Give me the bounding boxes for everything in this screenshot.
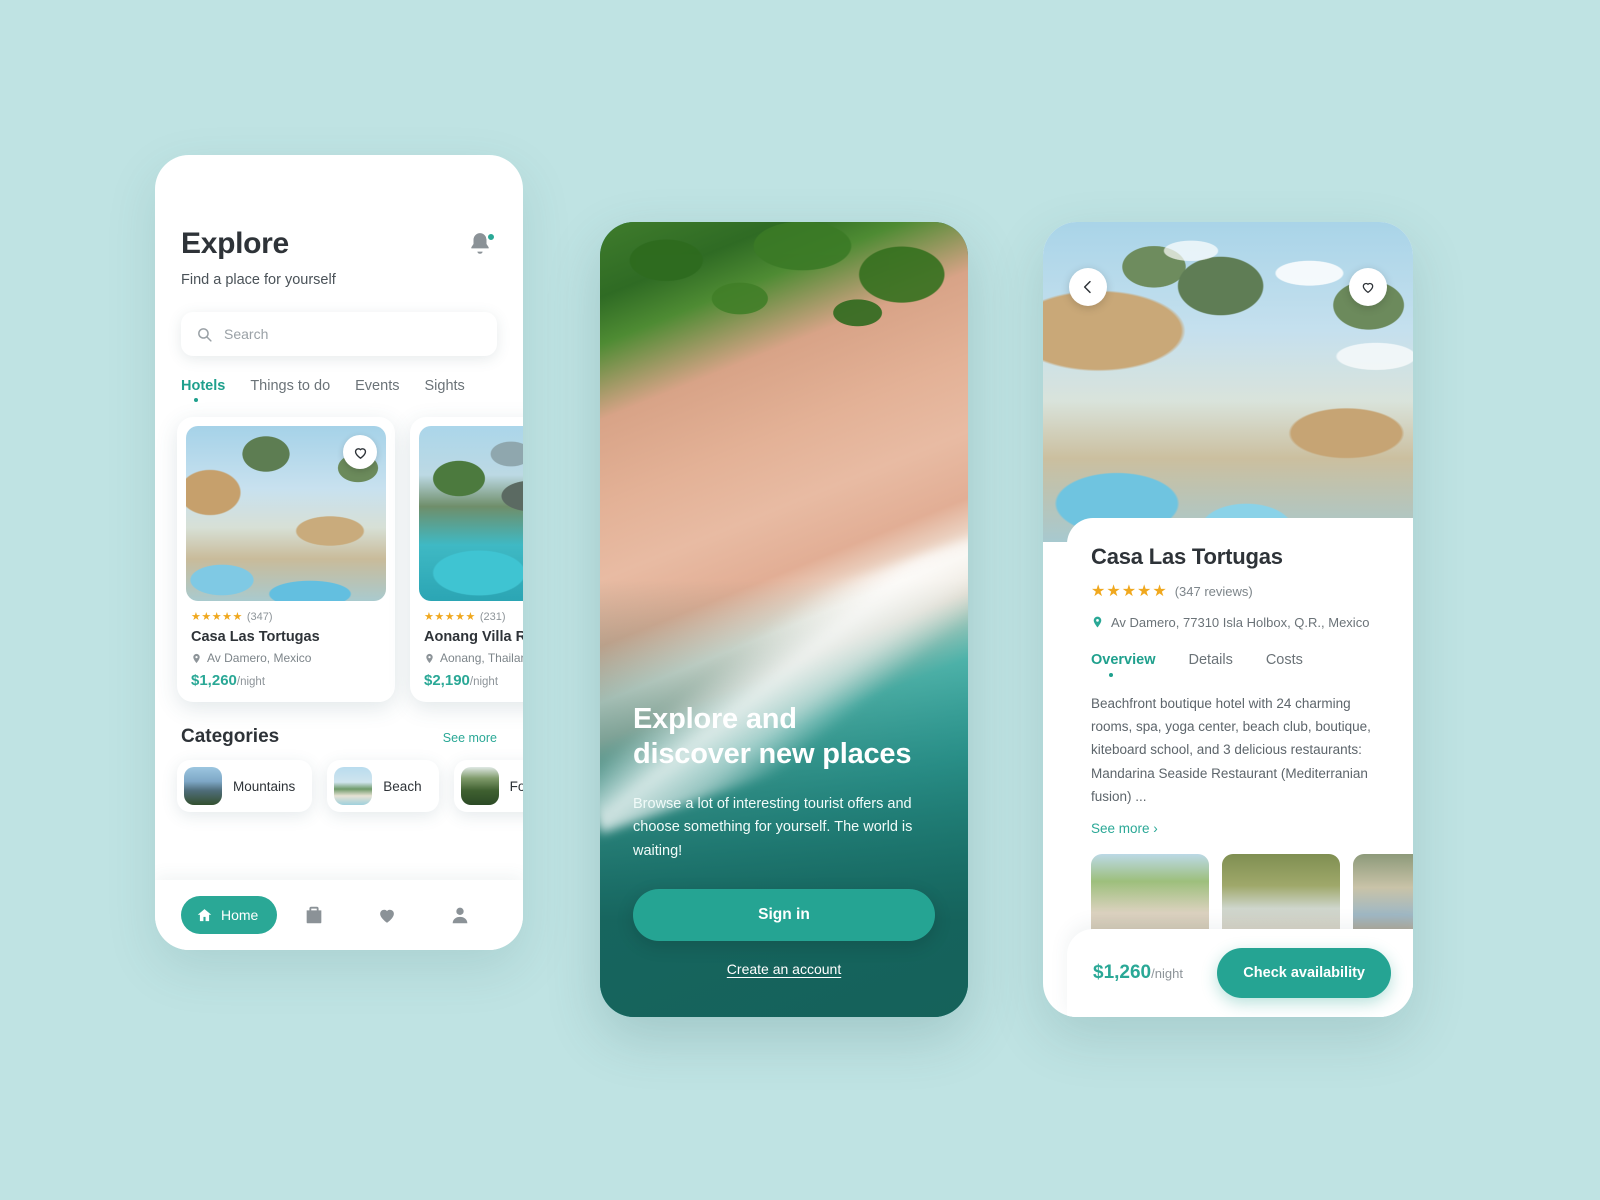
explore-screen: Explore Find a place for yourself Search…: [155, 155, 523, 950]
category-chip-forest[interactable]: Forest: [453, 760, 523, 812]
sign-in-button[interactable]: Sign in: [633, 889, 935, 941]
hotel-card[interactable]: ★★★★★ (231) Aonang Villa Resort Aonang, …: [410, 417, 523, 702]
heart-outline-icon: [1362, 282, 1374, 294]
back-button[interactable]: [1069, 268, 1107, 306]
onboarding-paragraph: Browse a lot of interesting tourist offe…: [633, 795, 913, 859]
hotel-detail-screen: Casa Las Tortugas ★★★★★ (347 reviews) Av…: [1043, 222, 1413, 1017]
price-value: $2,190: [424, 672, 470, 689]
search-input[interactable]: Search: [181, 312, 497, 356]
onboarding-screen: Explore and discover new places Browse a…: [600, 222, 968, 1017]
page-subtitle: Find a place for yourself: [181, 272, 336, 288]
location-pin-icon: [426, 653, 433, 663]
star-rating: ★★★★★: [1091, 583, 1168, 600]
description-text: Beachfront boutique hotel with 24 charmi…: [1091, 696, 1371, 804]
hotel-card[interactable]: ★★★★★ (347) Casa Las Tortugas Av Damero,…: [177, 417, 395, 702]
address-row: Av Damero, 77310 Isla Holbox, Q.R., Mexi…: [1091, 614, 1389, 630]
category-thumbnail: [460, 767, 499, 805]
tab-things-to-do[interactable]: Things to do: [250, 378, 330, 403]
tab-costs[interactable]: Costs: [1266, 652, 1303, 678]
category-label: Beach: [383, 778, 422, 794]
favorite-button[interactable]: [343, 435, 377, 469]
price-unit: /night: [1151, 966, 1183, 981]
nav-item-home[interactable]: Home: [181, 896, 278, 934]
tab-hotels[interactable]: Hotels: [181, 378, 225, 403]
category-thumbnail: [334, 767, 373, 805]
nav-item-trips[interactable]: [277, 904, 350, 926]
hotel-meta: ★★★★★ (231) Aonang Villa Resort Aonang, …: [419, 601, 523, 690]
hotel-location-text: Av Damero, Mexico: [207, 651, 312, 665]
categories-header: Categories See more: [155, 702, 523, 748]
onboarding-content: Explore and discover new places Browse a…: [600, 702, 968, 1017]
nav-item-favorites[interactable]: [351, 904, 424, 926]
price-unit: /night: [236, 676, 266, 688]
star-rating: ★★★★★: [191, 611, 243, 623]
category-chip-mountains[interactable]: Mountains: [177, 760, 313, 812]
chevron-left-icon: [1083, 280, 1091, 294]
hotel-title: Casa Las Tortugas: [1091, 544, 1283, 569]
person-icon: [453, 907, 468, 924]
check-availability-button[interactable]: Check availability: [1217, 948, 1391, 998]
hero-image: [1043, 222, 1413, 542]
hotel-location: Av Damero, Mexico: [191, 651, 381, 665]
detail-tabs: Overview Details Costs: [1091, 652, 1389, 678]
hotel-location: Aonang, Thailand: [424, 651, 523, 665]
tab-events[interactable]: Events: [355, 378, 399, 403]
location-pin-icon: [1093, 616, 1102, 628]
review-count: (231): [479, 610, 506, 623]
review-count: (347): [246, 610, 273, 623]
tab-overview[interactable]: Overview: [1091, 652, 1156, 678]
address-text: Av Damero, 77310 Isla Holbox, Q.R., Mexi…: [1111, 614, 1370, 630]
heart-icon: [380, 909, 395, 923]
hotel-price: $1,260/night: [191, 672, 381, 689]
explore-header: Explore Find a place for yourself: [155, 155, 523, 288]
nav-item-profile[interactable]: [424, 904, 497, 926]
hotel-meta: ★★★★★ (347) Casa Las Tortugas Av Damero,…: [186, 601, 386, 690]
categories-title: Categories: [181, 726, 280, 747]
rating: ★★★★★ (231): [424, 610, 523, 624]
category-chip-list: Mountains Beach Forest: [155, 748, 523, 812]
booking-bar: $1,260/night Check availability: [1067, 929, 1413, 1017]
category-label: Forest: [509, 778, 523, 794]
onboarding-heading: Explore and discover new places: [633, 702, 935, 773]
home-icon: [197, 908, 212, 921]
create-account-link[interactable]: Create an account: [633, 961, 935, 977]
star-rating: ★★★★★: [424, 611, 476, 623]
category-tabs: Hotels Things to do Events Sights: [155, 356, 523, 403]
heart-outline-icon: [354, 447, 366, 459]
notification-badge: [486, 232, 496, 242]
price-unit: /night: [469, 676, 499, 688]
title-row: Explore: [181, 227, 497, 261]
briefcase-icon: [306, 906, 322, 924]
tab-details[interactable]: Details: [1189, 652, 1233, 678]
nav-home-label: Home: [221, 907, 259, 923]
location-pin-icon: [193, 653, 200, 663]
notification-bell-icon[interactable]: [467, 231, 497, 261]
hotel-name: Casa Las Tortugas: [191, 629, 320, 645]
search-placeholder: Search: [224, 326, 269, 342]
favorite-button[interactable]: [1349, 268, 1387, 306]
hotel-photo: [186, 426, 386, 601]
category-label: Mountains: [233, 778, 296, 794]
price-value: $1,260: [191, 672, 237, 689]
hotel-name: Aonang Villa Resort: [424, 629, 523, 645]
page-title: Explore: [181, 227, 289, 260]
see-more-link[interactable]: See more ›: [1091, 821, 1389, 836]
hotel-photo: [419, 426, 523, 601]
rating: ★★★★★ (347): [191, 610, 381, 624]
rating-row: ★★★★★ (347 reviews): [1091, 581, 1389, 601]
category-chip-beach[interactable]: Beach: [327, 760, 439, 812]
price-value: $1,260: [1093, 962, 1152, 983]
review-count: (347 reviews): [1174, 583, 1253, 599]
heading-line-2: discover new places: [633, 738, 912, 771]
hotel-card-list: ★★★★★ (347) Casa Las Tortugas Av Damero,…: [155, 403, 523, 702]
see-more-link[interactable]: See more: [443, 731, 497, 745]
hotel-location-text: Aonang, Thailand: [440, 651, 523, 665]
price-display: $1,260/night: [1093, 962, 1183, 984]
tab-sights[interactable]: Sights: [424, 378, 464, 403]
search-icon: [198, 327, 212, 342]
heading-line-1: Explore and: [633, 702, 797, 735]
bottom-navigation: Home: [155, 880, 523, 950]
category-thumbnail: [184, 767, 222, 805]
hotel-price: $2,190/night: [424, 672, 523, 689]
